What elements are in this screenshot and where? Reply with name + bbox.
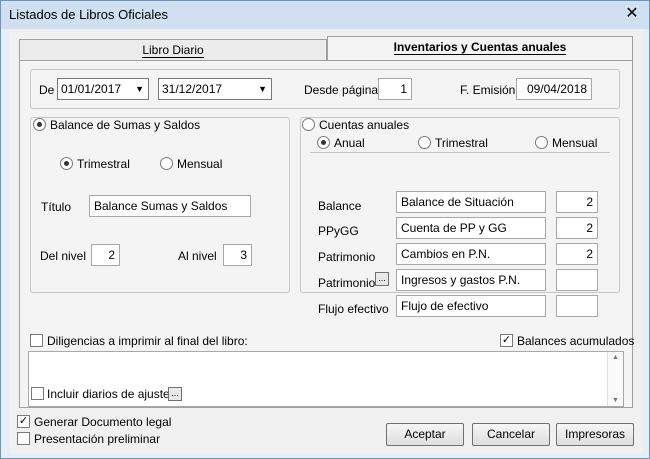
row-num-input[interactable]: 2: [556, 191, 598, 213]
window-title: Listados de Libros Oficiales: [9, 7, 168, 22]
aceptar-button[interactable]: Aceptar: [386, 423, 464, 446]
al-nivel-input[interactable]: 3: [223, 244, 252, 266]
row-name-input[interactable]: Cuenta de PP y GG: [396, 217, 546, 239]
desde-pagina-input[interactable]: 1: [378, 78, 412, 100]
tab-libro-diario-label: Libro Diario: [142, 43, 204, 58]
diligencias-label: Diligencias a imprimir al final del libr…: [47, 334, 248, 348]
title-bar: Listados de Libros Oficiales ✕: [1, 1, 649, 29]
tab-libro-diario[interactable]: Libro Diario: [19, 39, 327, 61]
de-date-combo[interactable]: 01/01/2017 ▼: [57, 78, 149, 100]
row-name-input[interactable]: Balance de Situación: [396, 191, 546, 213]
row-label: Patrimonio: [318, 276, 376, 290]
scroll-up-icon[interactable]: ▲: [612, 354, 619, 361]
anual-radio[interactable]: [317, 136, 330, 149]
incluir-diarios-label: Incluir diarios de ajustes: [47, 387, 176, 401]
patrimonio-ellipsis-button[interactable]: ...: [375, 272, 389, 286]
row-num-input[interactable]: [556, 295, 598, 317]
titulo-label: Título: [41, 200, 72, 214]
de-date-value: 01/01/2017: [61, 82, 122, 96]
balances-acumulados-label: Balances acumulados: [517, 334, 635, 348]
balances-acumulados-checkbox[interactable]: ✓: [500, 334, 513, 347]
presentacion-checkbox[interactable]: [17, 432, 30, 445]
a-date-value: 31/12/2017: [162, 82, 223, 96]
diligencias-scrollbar[interactable]: ▲ ▼: [607, 352, 623, 406]
row-name-input[interactable]: Cambios en P.N.: [396, 243, 546, 265]
mensual-radio[interactable]: [160, 157, 173, 170]
diligencias-checkbox[interactable]: [30, 334, 43, 347]
anual-label: Anual: [334, 136, 365, 150]
tab-inventarios[interactable]: Inventarios y Cuentas anuales: [327, 36, 633, 61]
balance-sumas-radio[interactable]: [33, 118, 46, 131]
incluir-diarios-checkbox[interactable]: [31, 387, 44, 400]
emision-input[interactable]: 09/04/2018: [516, 78, 592, 100]
ca-mensual-radio[interactable]: [535, 136, 548, 149]
chevron-down-icon: ▼: [258, 84, 267, 94]
tab-panel: De 01/01/2017 ▼ A 31/12/2017 ▼ Desde pág…: [19, 60, 635, 408]
row-num-input[interactable]: [556, 269, 598, 291]
ca-trimestral-label: Trimestral: [435, 136, 488, 150]
titulo-input[interactable]: Balance Sumas y Saldos: [89, 195, 251, 217]
al-nivel-label: Al nivel: [178, 249, 217, 263]
chevron-down-icon: ▼: [135, 84, 144, 94]
de-label: De: [39, 83, 55, 97]
desde-pagina-label: Desde página: [304, 83, 379, 97]
ca-trimestral-radio[interactable]: [418, 136, 431, 149]
ca-mensual-label: Mensual: [552, 136, 598, 150]
trimestral-radio[interactable]: [60, 157, 73, 170]
row-num-input[interactable]: 2: [556, 243, 598, 265]
balance-sumas-label: Balance de Sumas y Saldos: [50, 118, 204, 132]
emision-label: F. Emisión: [460, 83, 516, 97]
hasta-date-combo[interactable]: 31/12/2017 ▼: [158, 78, 272, 100]
row-label: Patrimonio: [318, 250, 376, 264]
row-name-input[interactable]: Ingresos y gastos P.N.: [396, 269, 546, 291]
incluir-diarios-ellipsis-button[interactable]: ...: [168, 387, 182, 401]
row-num-input[interactable]: 2: [556, 217, 598, 239]
presentacion-label: Presentación preliminar: [34, 432, 161, 446]
generar-documento-label: Generar Documento legal: [34, 415, 172, 429]
cuentas-anuales-radio[interactable]: [302, 118, 315, 131]
tab-inventarios-label: Inventarios y Cuentas anuales: [393, 40, 567, 55]
mensual-label: Mensual: [177, 157, 223, 171]
trimestral-label: Trimestral: [77, 157, 130, 171]
scroll-down-icon[interactable]: ▼: [612, 397, 619, 404]
cancelar-button[interactable]: Cancelar: [472, 423, 550, 446]
del-nivel-label: Del nivel: [40, 249, 87, 263]
close-icon[interactable]: ✕: [622, 5, 642, 25]
del-nivel-input[interactable]: 2: [91, 244, 120, 266]
row-name-input[interactable]: Flujo de efectivo: [396, 295, 546, 317]
row-label: PPyGG: [318, 224, 359, 238]
row-label: Balance: [318, 199, 362, 213]
row-label: Flujo efectivo: [318, 302, 389, 316]
cuentas-anuales-label: Cuentas anuales: [319, 118, 413, 132]
impresoras-button[interactable]: Impresoras: [556, 423, 634, 446]
cuentas-divider: [310, 152, 610, 153]
generar-documento-checkbox[interactable]: ✓: [17, 415, 30, 428]
